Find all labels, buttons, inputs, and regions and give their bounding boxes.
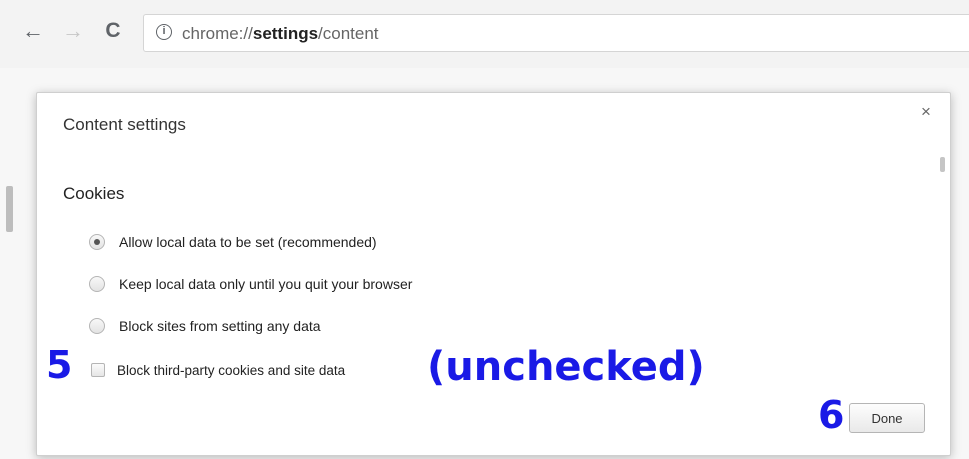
- browser-toolbar: ← → C i chrome://settings/content: [0, 0, 969, 68]
- radio-keep-until-quit[interactable]: Keep local data only until you quit your…: [89, 274, 412, 294]
- radio-button[interactable]: [89, 318, 105, 334]
- option-label: Allow local data to be set (recommended): [119, 234, 377, 250]
- reload-icon[interactable]: C: [102, 18, 124, 44]
- radio-block-all-data[interactable]: Block sites from setting any data: [89, 316, 321, 336]
- close-icon[interactable]: ×: [921, 103, 931, 121]
- url-text[interactable]: chrome://settings/content: [182, 24, 379, 44]
- step-6-annotation: 6: [818, 393, 845, 437]
- option-label: Block third-party cookies and site data: [117, 362, 346, 378]
- page-scrollbar-thumb[interactable]: [6, 186, 13, 232]
- radio-button[interactable]: [89, 276, 105, 292]
- option-label: Block sites from setting any data: [119, 318, 321, 334]
- back-arrow-icon[interactable]: ←: [22, 18, 44, 44]
- radio-allow-local-data[interactable]: Allow local data to be set (recommended): [89, 232, 377, 252]
- option-label: Keep local data only until you quit your…: [119, 276, 413, 292]
- checkbox-block-third-party[interactable]: Block third-party cookies and site data: [91, 360, 345, 380]
- info-icon[interactable]: i: [156, 24, 172, 40]
- cookies-section-title: Cookies: [63, 184, 125, 203]
- unchecked-annotation: (unchecked): [427, 344, 705, 390]
- step-5-annotation: 5: [46, 343, 73, 387]
- radio-button-selected[interactable]: [89, 234, 105, 250]
- checkbox-unchecked[interactable]: [91, 363, 105, 377]
- forward-arrow-icon[interactable]: →: [62, 18, 84, 44]
- content-settings-dialog: Content settings × Cookies Allow local d…: [36, 92, 951, 456]
- done-button[interactable]: Done: [849, 403, 925, 433]
- address-bar[interactable]: i chrome://settings/content: [143, 14, 969, 52]
- dialog-title: Content settings: [63, 115, 186, 134]
- dialog-scrollbar-thumb[interactable]: [940, 157, 945, 172]
